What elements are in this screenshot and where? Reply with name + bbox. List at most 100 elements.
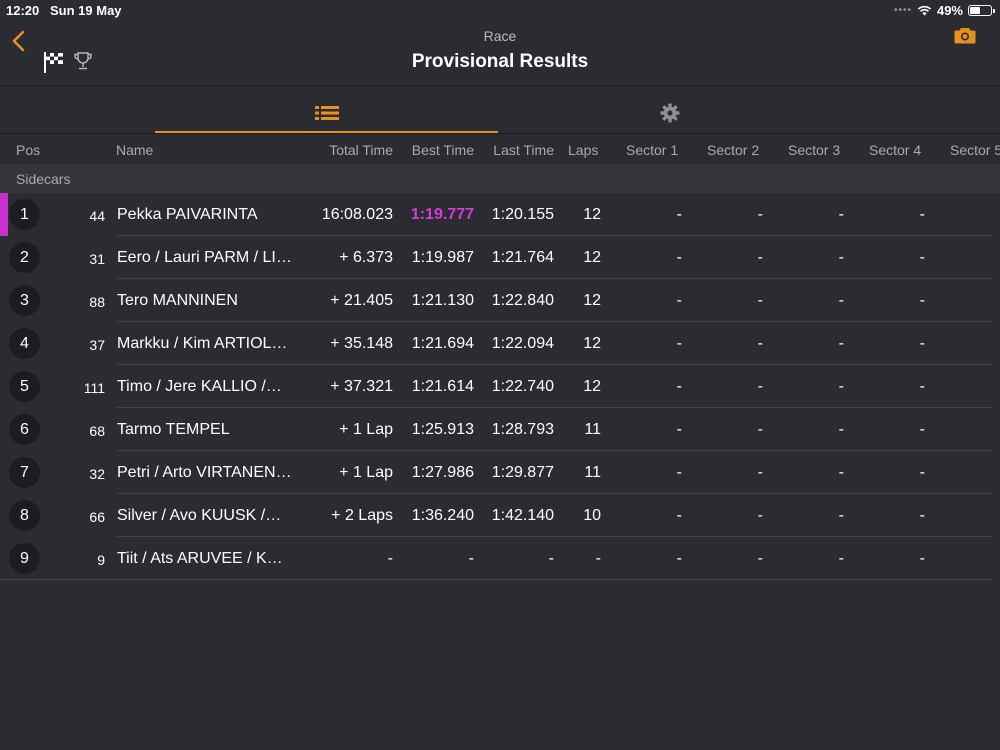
total-time: + 1 Lap (339, 464, 393, 481)
active-tab-indicator (155, 131, 498, 133)
total-time: + 2 Laps (331, 507, 393, 524)
competitor-number: 44 (89, 208, 105, 224)
sector-4-time: - (919, 249, 925, 266)
competitor-number: 111 (83, 380, 105, 396)
best-time: 1:27.986 (411, 464, 474, 481)
competitor-name: Petri / Arto VIRTANEN… (117, 464, 292, 481)
sector-1-time: - (676, 421, 682, 438)
col-sector-2[interactable]: Sector 2 (707, 142, 759, 158)
position-badge: 8 (9, 500, 40, 531)
last-time: 1:20.155 (491, 206, 554, 223)
class-group-label: Sidecars (16, 171, 71, 187)
sector-3-time: - (838, 550, 844, 567)
col-sector-5[interactable]: Sector 5 (950, 142, 1000, 158)
last-time: 1:21.764 (491, 249, 554, 266)
sector-2-time: - (757, 249, 763, 266)
best-time: 1:21.130 (411, 292, 474, 309)
col-total-time[interactable]: Total Time (329, 142, 393, 158)
sector-4-time: - (919, 421, 925, 438)
position-badge: 4 (9, 328, 40, 359)
best-time: - (468, 550, 474, 567)
table-row[interactable]: 8 66 Silver / Avo KUUSK /… + 2 Laps 1:36.240… (0, 494, 1000, 537)
best-time: 1:25.913 (411, 421, 474, 438)
sector-3-time: - (838, 292, 844, 309)
last-time: 1:22.840 (491, 292, 554, 309)
competitor-number: 88 (89, 294, 105, 310)
table-row[interactable]: 5 111 Timo / Jere KALLIO /… + 37.321 1:21.61… (0, 365, 1000, 408)
total-time: + 37.321 (330, 378, 393, 395)
leader-marker (0, 193, 8, 236)
col-laps[interactable]: Laps (568, 142, 598, 158)
col-best-time[interactable]: Best Time (412, 142, 474, 158)
camera-icon (954, 28, 976, 44)
laps-count: 11 (584, 464, 601, 481)
class-group-header: Sidecars (0, 164, 1000, 193)
total-time: + 1 Lap (339, 421, 393, 438)
sector-4-time: - (919, 206, 925, 223)
competitor-name: Silver / Avo KUUSK /… (117, 507, 282, 524)
competitor-name: Tiit / Ats ARUVEE / K… (117, 550, 283, 567)
col-name[interactable]: Name (116, 142, 153, 158)
table-header: Pos Name Total Time Best Time Last Time … (0, 135, 1000, 164)
sector-2-time: - (757, 507, 763, 524)
sector-1-time: - (676, 249, 682, 266)
sector-4-time: - (919, 292, 925, 309)
col-sector-1[interactable]: Sector 1 (626, 142, 678, 158)
sector-3-time: - (838, 206, 844, 223)
nav-subtitle: Race (483, 28, 517, 44)
status-date: Sun 19 May (50, 3, 122, 18)
competitor-number: 31 (89, 251, 105, 267)
sector-3-time: - (838, 464, 844, 481)
position-badge: 3 (9, 285, 40, 316)
competitor-name: Tero MANNINEN (117, 292, 238, 309)
sector-4-time: - (919, 378, 925, 395)
screenshot-button[interactable] (954, 26, 976, 49)
table-row[interactable]: 6 68 Tarmo TEMPEL + 1 Lap 1:25.913 1:28.793 11… (0, 408, 1000, 451)
tab-results-list[interactable] (155, 92, 498, 134)
laps-count: 10 (583, 507, 601, 524)
laps-count: 12 (583, 206, 601, 223)
sector-1-time: - (676, 206, 682, 223)
total-time: + 21.405 (330, 292, 393, 309)
tab-settings[interactable] (498, 92, 841, 134)
last-time: 1:42.140 (491, 507, 554, 524)
competitor-name: Markku / Kim ARTIOL… (117, 335, 288, 352)
table-row[interactable]: 1 44 Pekka PAIVARINTA 16:08.023 1:19.777 1:20… (0, 193, 1000, 236)
table-row[interactable]: 9 9 Tiit / Ats ARUVEE / K… - - - - - - - - (0, 537, 1000, 580)
navigation-bar: Race Provisional Results (0, 20, 1000, 86)
sector-3-time: - (838, 249, 844, 266)
table-row[interactable]: 2 31 Eero / Lauri PARM / LI… + 6.373 1:19.98… (0, 236, 1000, 279)
table-row[interactable]: 4 37 Markku / Kim ARTIOL… + 35.148 1:21.694 1… (0, 322, 1000, 365)
laps-count: 12 (583, 249, 601, 266)
sector-1-time: - (676, 464, 682, 481)
col-last-time[interactable]: Last Time (493, 142, 554, 158)
laps-count: - (595, 550, 601, 567)
table-row[interactable]: 7 32 Petri / Arto VIRTANEN… + 1 Lap 1:27.986… (0, 451, 1000, 494)
signal-icon: •••• (893, 5, 912, 16)
status-time: 12:20 (6, 3, 40, 18)
sector-1-time: - (676, 507, 682, 524)
battery-icon (968, 5, 995, 16)
col-sector-3[interactable]: Sector 3 (788, 142, 840, 158)
position-badge: 1 (9, 199, 40, 230)
sector-3-time: - (838, 335, 844, 352)
col-sector-4[interactable]: Sector 4 (869, 142, 921, 158)
view-tabs (0, 92, 1000, 134)
sector-1-time: - (676, 378, 682, 395)
col-pos[interactable]: Pos (16, 142, 40, 158)
competitor-number: 9 (97, 552, 105, 568)
total-time: 16:08.023 (321, 206, 393, 223)
sector-3-time: - (838, 378, 844, 395)
table-row[interactable]: 3 88 Tero MANNINEN + 21.405 1:21.130 1:22.840… (0, 279, 1000, 322)
position-badge: 9 (9, 543, 40, 574)
competitor-number: 37 (89, 337, 105, 353)
sector-3-time: - (838, 421, 844, 438)
sector-3-time: - (838, 507, 844, 524)
laps-count: 11 (584, 421, 601, 438)
sector-2-time: - (757, 421, 763, 438)
sector-2-time: - (757, 292, 763, 309)
page-title: Provisional Results (411, 51, 589, 72)
last-time: - (548, 550, 554, 567)
total-time: + 6.373 (339, 249, 393, 266)
sector-1-time: - (676, 335, 682, 352)
